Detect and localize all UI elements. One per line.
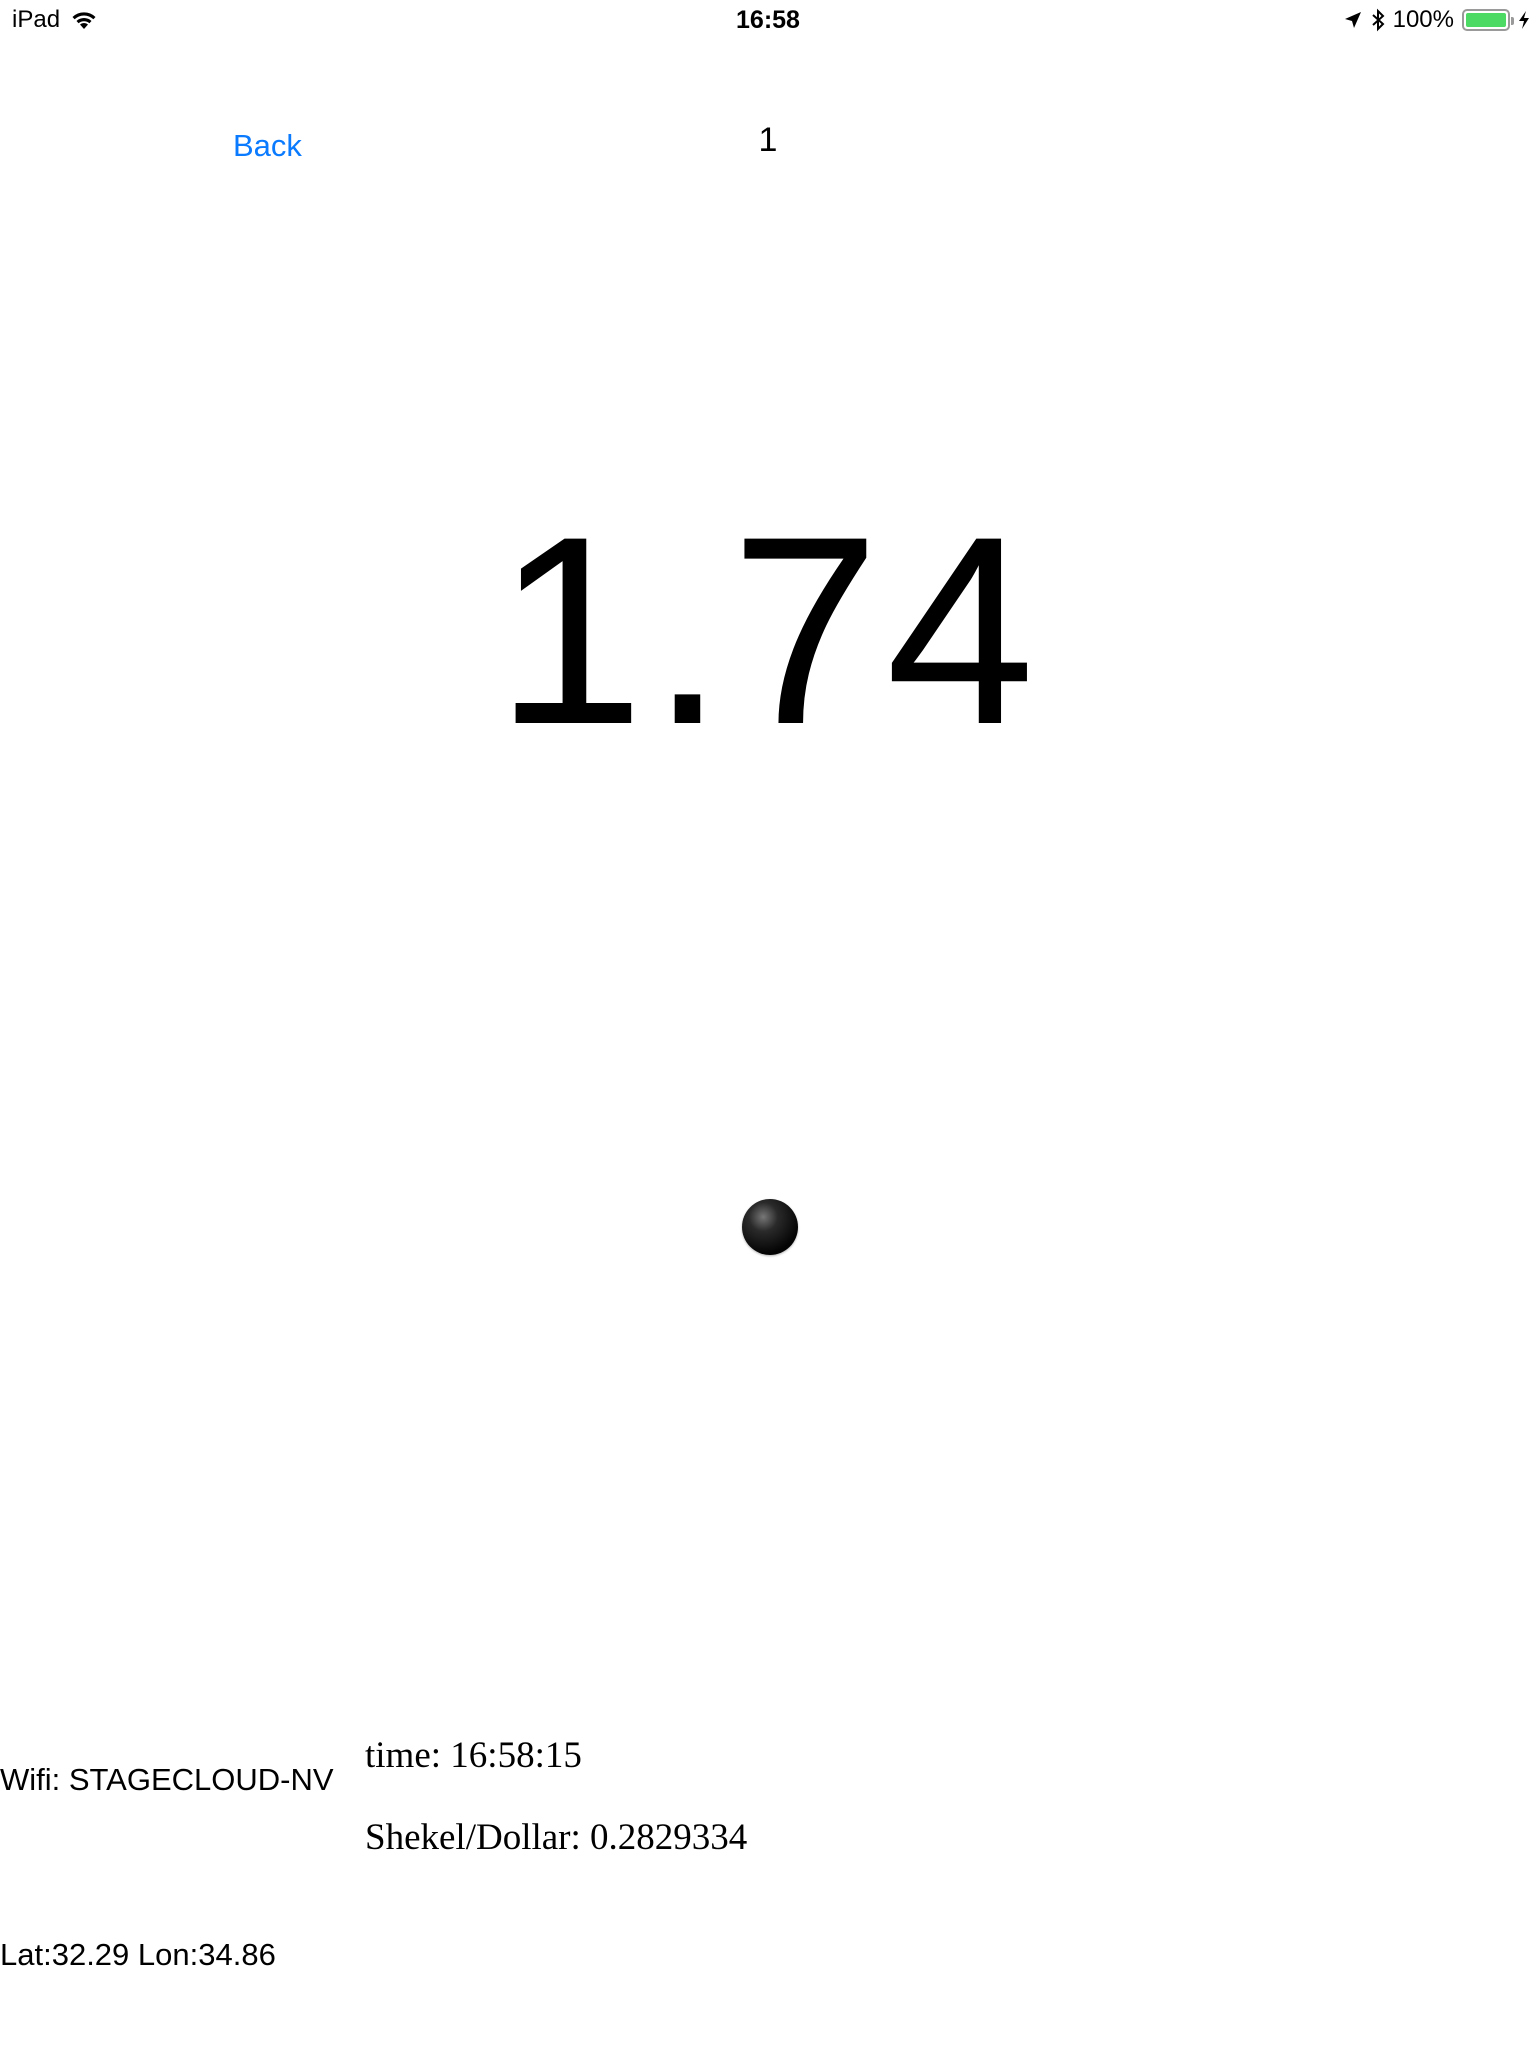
main-value: 1.74 — [495, 480, 1041, 780]
location-arrow-icon — [1343, 10, 1363, 30]
battery-icon — [1462, 9, 1514, 31]
exchange-rate-label: Shekel/Dollar: 0.2829334 — [365, 1817, 748, 1858]
bluetooth-icon — [1371, 8, 1385, 32]
battery-fill — [1466, 13, 1506, 27]
page-number: 1 — [758, 121, 778, 159]
status-bar-right: 100% — [1343, 4, 1530, 36]
status-bar-time: 16:58 — [736, 6, 800, 34]
location-label: Lat:32.29 Lon:34.86 — [0, 1937, 276, 1972]
charging-bolt-icon — [1518, 10, 1530, 30]
battery-cap — [1511, 17, 1514, 25]
time-label: time: 16:58:15 — [365, 1735, 582, 1776]
ball-indicator — [742, 1199, 798, 1255]
wifi-label: Wifi: STAGECLOUD-NV — [0, 1762, 334, 1797]
battery-percentage: 100% — [1392, 6, 1454, 33]
